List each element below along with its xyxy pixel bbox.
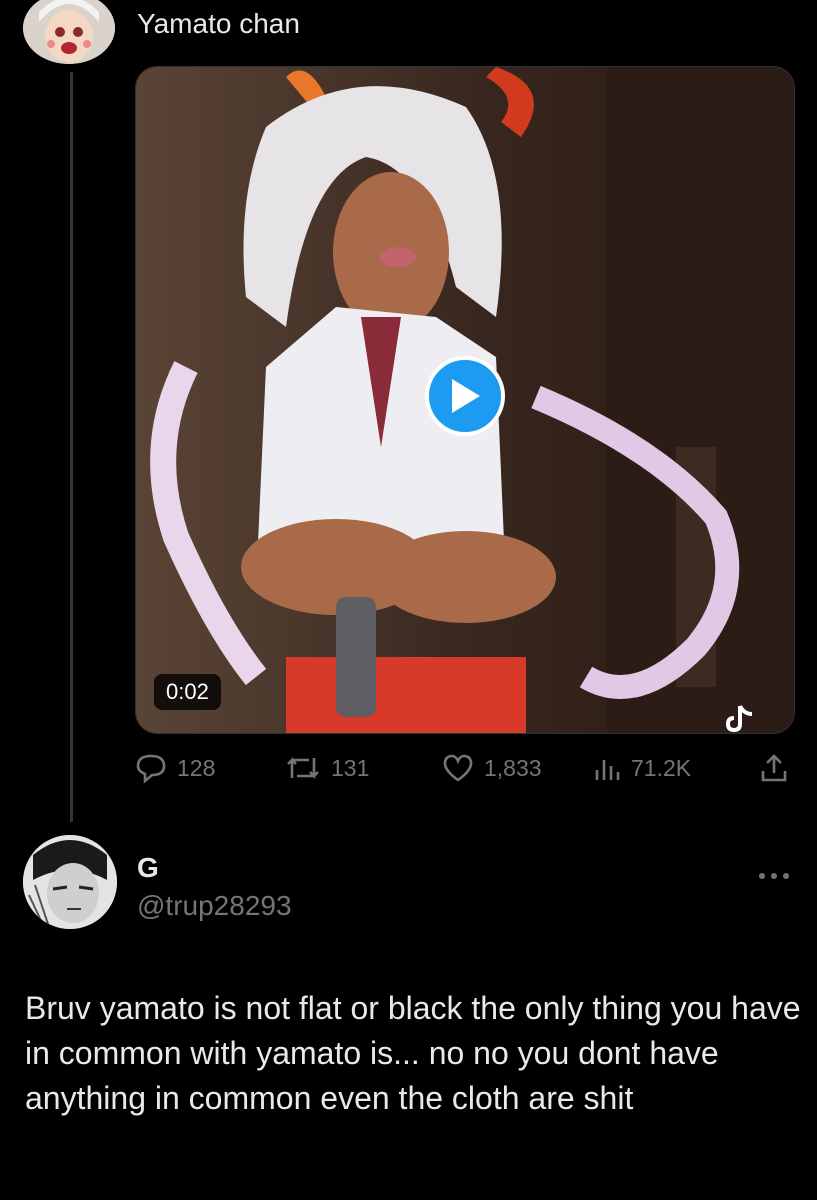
reply-text: Bruv yamato is not flat or black the onl… [25, 990, 801, 1116]
thread-line [70, 72, 73, 822]
more-options-button[interactable] [758, 855, 790, 889]
tiktok-icon [724, 700, 764, 739]
views-icon [595, 760, 620, 780]
views-count: 71.2K [631, 754, 692, 781]
author-name[interactable]: Yamato chan [137, 8, 300, 40]
like-icon [443, 754, 473, 782]
play-button[interactable] [425, 356, 505, 436]
reply-author-name[interactable]: G [137, 852, 159, 884]
reply-count: 128 [177, 754, 216, 781]
play-icon [452, 379, 480, 413]
retweet-button[interactable]: 131 [285, 748, 369, 788]
retweet-icon [287, 756, 319, 780]
video-duration: 0:02 [154, 674, 221, 710]
retweet-count: 131 [331, 754, 370, 781]
share-button[interactable] [760, 748, 788, 788]
avatar[interactable] [23, 0, 115, 64]
like-button[interactable]: 1,833 [442, 748, 542, 788]
views-button[interactable]: 71.2K [593, 748, 691, 788]
avatar[interactable] [23, 835, 117, 929]
reply-icon [136, 754, 166, 783]
reply-button[interactable]: 128 [135, 748, 215, 788]
like-count: 1,833 [484, 754, 542, 781]
more-icon [759, 873, 789, 879]
share-icon [761, 754, 787, 782]
reply-author-handle[interactable]: @trup28293 [137, 890, 292, 922]
